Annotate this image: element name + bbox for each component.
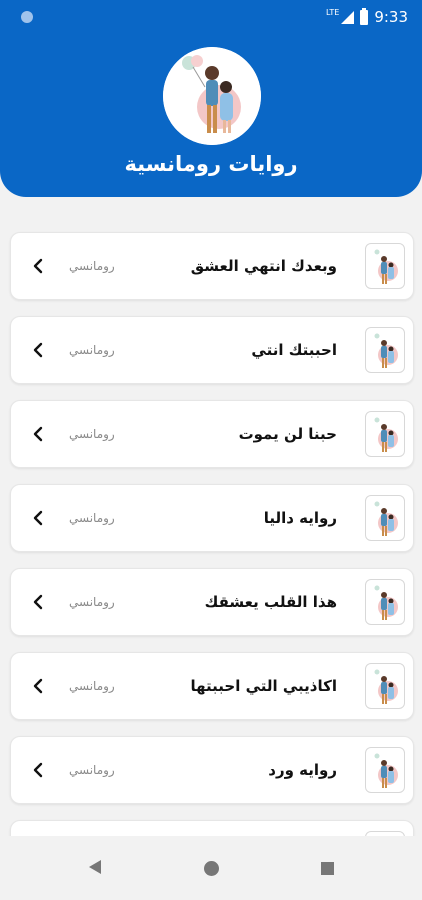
story-title: هذا القلب يعشقك <box>204 593 337 611</box>
status-time: 9:33 <box>374 8 408 26</box>
story-card[interactable]: وبعدك انتهي العشق رومانسي <box>10 232 414 300</box>
story-card[interactable]: حبنا لن يموت رومانسي <box>10 400 414 468</box>
notification-dot-icon <box>21 11 33 23</box>
chevron-left-icon <box>33 426 43 442</box>
story-card[interactable]: روايه داليا رومانسي <box>10 484 414 552</box>
story-title: روايه داليا <box>263 509 337 527</box>
story-category: رومانسي <box>69 511 115 525</box>
story-category: رومانسي <box>69 343 115 357</box>
story-card[interactable]: احببتك انتي رومانسي <box>10 316 414 384</box>
story-category: رومانسي <box>69 427 115 441</box>
home-icon[interactable] <box>204 861 219 876</box>
story-category: رومانسي <box>69 259 115 273</box>
story-thumbnail-icon <box>365 495 405 541</box>
network-label: LTE <box>326 7 340 17</box>
story-title: حبنا لن يموت <box>238 425 337 443</box>
story-category: رومانسي <box>69 595 115 609</box>
battery-icon <box>360 7 369 25</box>
status-icons: LTE 9:33 <box>326 7 408 26</box>
signal-icon <box>341 10 355 24</box>
chevron-left-icon <box>33 678 43 694</box>
system-nav-bar <box>0 836 422 900</box>
story-thumbnail-icon <box>365 327 405 373</box>
story-category: رومانسي <box>69 679 115 693</box>
story-title: اكاذيبي التي احببتها <box>190 677 338 695</box>
story-card[interactable]: هذا القلب يعشقك رومانسي <box>10 568 414 636</box>
story-thumbnail-icon <box>365 411 405 457</box>
couple-illustration-icon <box>163 47 261 145</box>
recents-icon[interactable] <box>321 862 334 875</box>
chevron-left-icon <box>33 258 43 274</box>
chevron-left-icon <box>33 342 43 358</box>
story-title: احببتك انتي <box>251 341 337 359</box>
story-thumbnail-icon <box>365 663 405 709</box>
status-bar: LTE 9:33 <box>0 0 422 34</box>
story-card[interactable]: روايه ورد رومانسي <box>10 736 414 804</box>
story-title: روايه ورد <box>268 761 337 779</box>
page-title: روايات رومانسية <box>124 152 298 176</box>
app-header: LTE 9:33 روايات رومانسية <box>0 0 422 197</box>
back-icon[interactable] <box>89 860 101 874</box>
chevron-left-icon <box>33 762 43 778</box>
story-category: رومانسي <box>69 763 115 777</box>
story-title: وبعدك انتهي العشق <box>190 257 337 275</box>
story-thumbnail-icon <box>365 747 405 793</box>
story-card[interactable]: اكاذيبي التي احببتها رومانسي <box>10 652 414 720</box>
chevron-left-icon <box>33 594 43 610</box>
story-thumbnail-icon <box>365 243 405 289</box>
story-thumbnail-icon <box>365 579 405 625</box>
chevron-left-icon <box>33 510 43 526</box>
